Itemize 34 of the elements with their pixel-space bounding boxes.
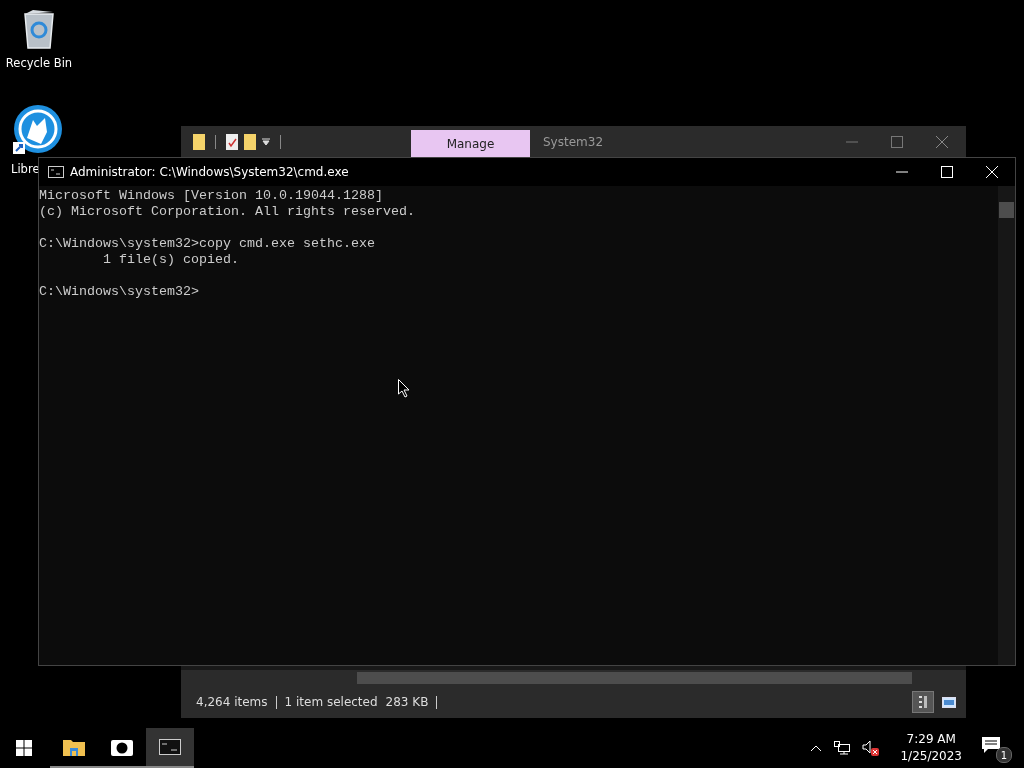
folder-icon[interactable] — [193, 133, 205, 150]
message-icon — [982, 737, 1000, 753]
windows-logo-icon — [16, 740, 32, 756]
console-line: C:\Windows\system32> — [39, 284, 200, 300]
speaker-muted-icon[interactable] — [862, 740, 881, 756]
dropdown-icon[interactable] — [262, 137, 270, 146]
selection-count: 1 item selected — [284, 695, 378, 709]
clock-date[interactable]: 1/25/2023 — [900, 748, 962, 765]
desktop-icon-label[interactable]: Recycle Bin — [5, 56, 73, 70]
manage-tab[interactable]: Manage — [411, 130, 530, 157]
console-line: C:\Windows\system32>copy cmd.exe sethc.exe — [39, 236, 376, 252]
selection-size: 283 KB — [385, 695, 429, 709]
folder-icon — [63, 738, 85, 756]
network-icon[interactable] — [834, 741, 851, 755]
notifications-button[interactable]: 1 — [982, 733, 1012, 763]
console-line: 1 file(s) copied. — [102, 252, 240, 268]
window-title: Administrator: C:\Windows\System32\cmd.exe — [70, 165, 350, 179]
properties-icon[interactable] — [226, 133, 238, 150]
vertical-scrollbar[interactable] — [998, 186, 1015, 665]
console-line: Microsoft Windows [Version 10.0.19044.1288] — [39, 188, 384, 204]
chevron-up-icon[interactable] — [810, 744, 823, 752]
tiles-view-icon — [942, 696, 956, 708]
window-title: System32 — [543, 134, 605, 149]
console-icon — [48, 166, 64, 178]
details-view-icon — [919, 695, 927, 709]
item-count: 4,264 items — [196, 695, 268, 709]
desktop-icon-label[interactable]: Libre — [11, 162, 40, 176]
console-app-button[interactable] — [146, 728, 194, 768]
mouse-cursor-icon — [398, 379, 410, 398]
clock-time[interactable]: 7:29 AM — [906, 731, 956, 748]
console-icon — [159, 739, 181, 755]
console-line: (c) Microsoft Corporation. All rights reserved. — [39, 204, 416, 220]
camera-icon — [111, 738, 133, 756]
details-view-button[interactable] — [912, 691, 934, 713]
